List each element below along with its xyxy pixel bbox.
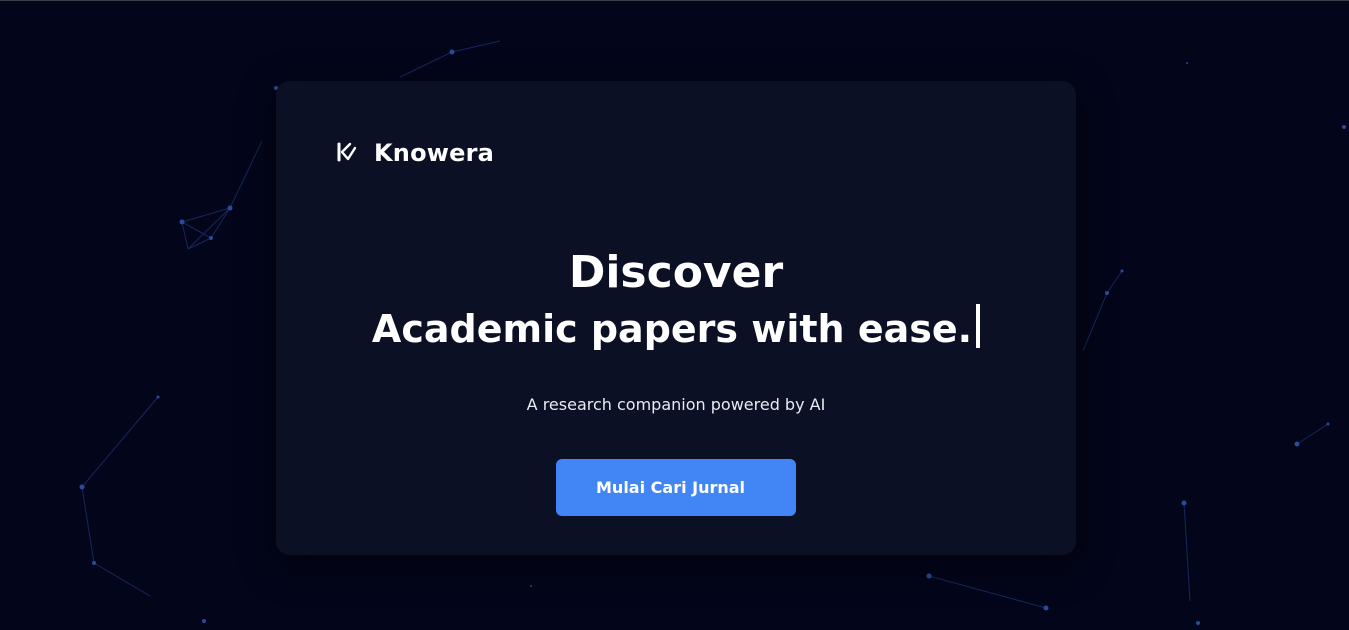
hero-subtitle: A research companion powered by AI xyxy=(526,395,826,414)
hero-title: Discover xyxy=(568,247,784,298)
typing-cursor xyxy=(976,304,981,348)
landing-page: Knowera Discover Academic papers with ea… xyxy=(0,0,1349,630)
knowera-k-logo-icon xyxy=(337,142,357,162)
hero-typed-text: Academic papers with ease. xyxy=(371,307,973,351)
brand-name: Knowera xyxy=(374,139,495,167)
brand[interactable]: Knowera xyxy=(336,139,494,167)
start-search-journal-button[interactable]: Mulai Cari Jurnal xyxy=(556,459,796,516)
hero-headline: Discover Academic papers with ease. xyxy=(276,245,1076,357)
hero-typed-line: Academic papers with ease. xyxy=(276,301,1076,357)
hero-card: Knowera Discover Academic papers with ea… xyxy=(276,81,1076,555)
